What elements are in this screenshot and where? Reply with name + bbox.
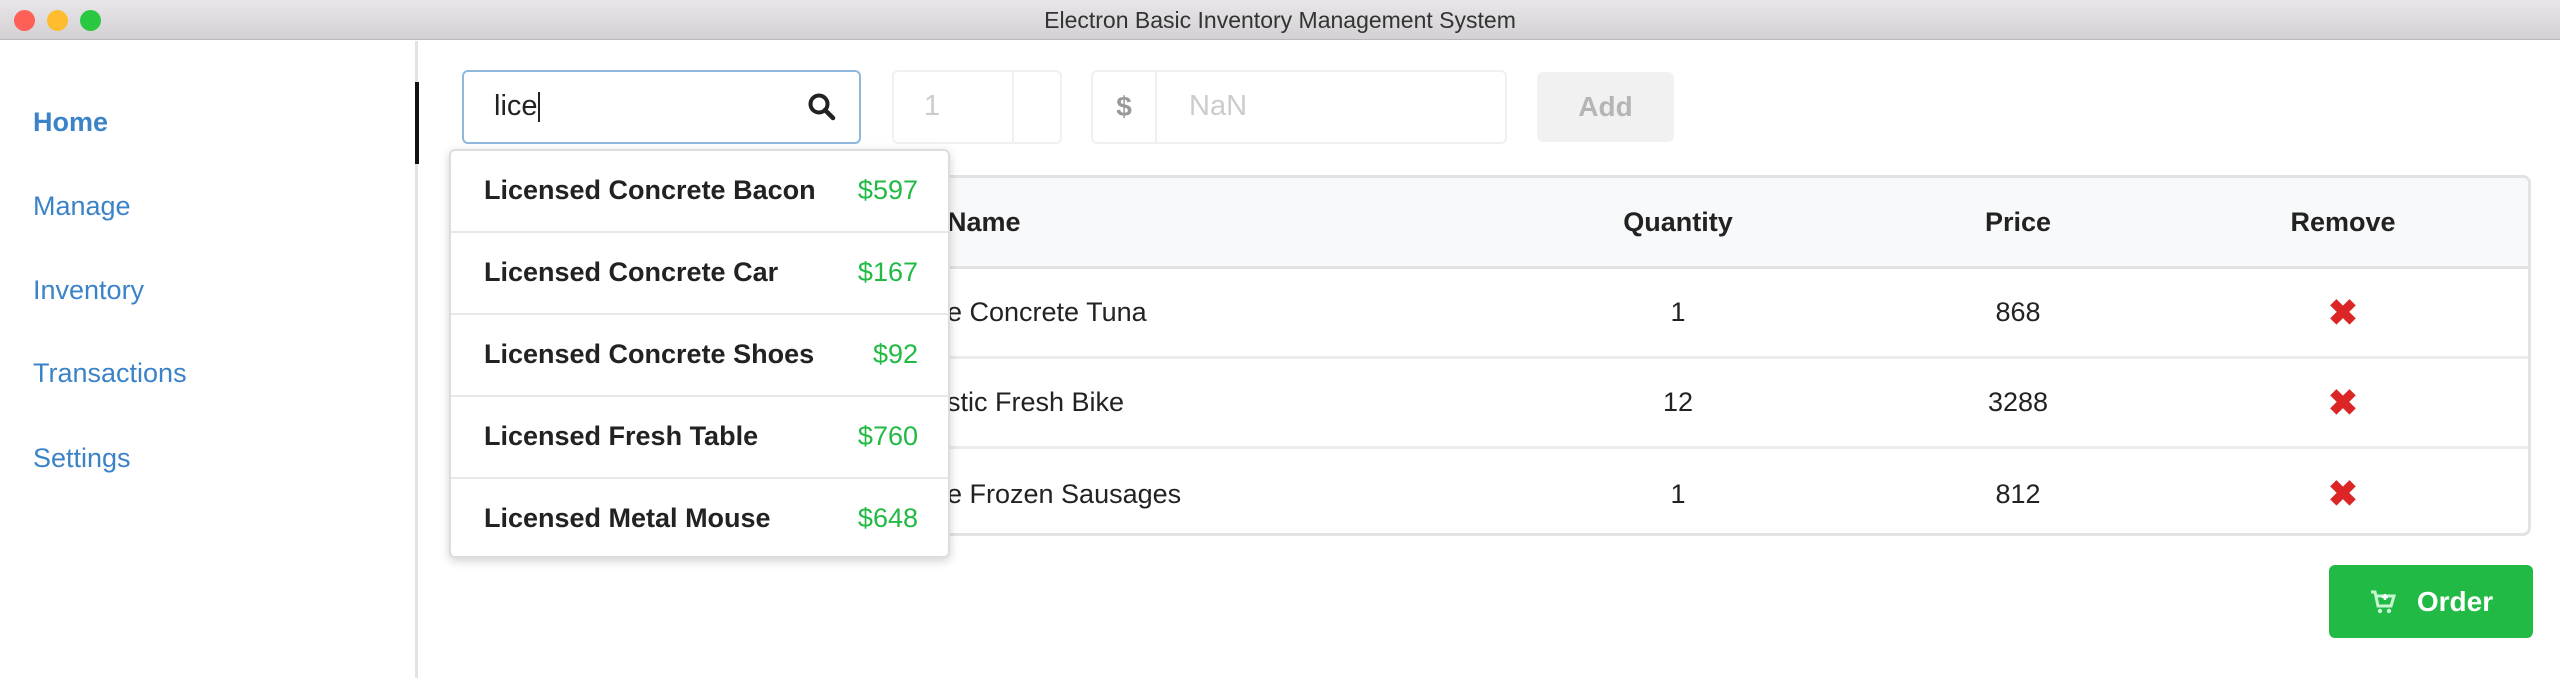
header-quantity: Quantity	[1623, 206, 1733, 237]
cell-quantity: 12	[1662, 387, 1694, 417]
minimize-window-button[interactable]	[47, 10, 68, 31]
order-label: Order	[2416, 585, 2494, 617]
window-titlebar: Electron Basic Inventory Management Syst…	[0, 0, 2560, 40]
header-remove: Remove	[2290, 206, 2396, 237]
remove-icon[interactable]: ✖	[2328, 292, 2358, 334]
suggestion-name: Licensed Fresh Table	[484, 421, 759, 451]
suggestion-item[interactable]: Licensed Concrete Car $167	[451, 233, 948, 315]
suggestion-name: Licensed Concrete Bacon	[484, 175, 816, 205]
sidebar-item-manage[interactable]: Manage	[33, 191, 131, 222]
cell-name: e Concrete Tuna	[947, 297, 1147, 327]
suggestion-item[interactable]: Licensed Fresh Table $760	[451, 397, 948, 479]
remove-icon[interactable]: ✖	[2328, 382, 2358, 424]
suggestion-name: Licensed Concrete Shoes	[484, 339, 815, 369]
maximize-window-button[interactable]	[80, 10, 101, 31]
order-button[interactable]: Order	[2329, 565, 2533, 638]
cell-name: stic Fresh Bike	[947, 387, 1125, 417]
cell-name: e Frozen Sausages	[947, 478, 1182, 509]
suggestion-price: $597	[857, 175, 918, 205]
search-input[interactable]: lice	[462, 70, 861, 144]
suggestion-price: $167	[857, 257, 918, 287]
price-placeholder: NaN	[1189, 90, 1248, 122]
cell-quantity: 1	[1670, 297, 1686, 327]
quantity-stepper[interactable]	[1012, 72, 1014, 142]
price-input[interactable]: $ NaN	[1091, 70, 1507, 144]
header-price: Price	[1984, 206, 2052, 237]
sidebar-item-settings[interactable]: Settings	[33, 443, 131, 474]
cell-price: 868	[1995, 297, 2041, 327]
suggestion-name: Licensed Metal Mouse	[484, 503, 771, 533]
close-window-button[interactable]	[14, 10, 35, 31]
sidebar-item-inventory[interactable]: Inventory	[33, 275, 144, 306]
search-suggestions-dropdown: Licensed Concrete Bacon $597 Licensed Con…	[449, 149, 950, 558]
sidebar: Home Manage Inventory Transactions Setti…	[0, 41, 418, 678]
suggestion-item[interactable]: Licensed Concrete Shoes $92	[451, 315, 948, 397]
cart-plus-icon	[2370, 590, 2396, 613]
suggestion-price: $648	[857, 503, 918, 533]
currency-addon: $	[1093, 72, 1157, 142]
sidebar-item-transactions[interactable]: Transactions	[33, 358, 187, 389]
sidebar-item-home[interactable]: Home	[33, 107, 108, 138]
search-value: lice	[494, 90, 538, 122]
quantity-input[interactable]: 1	[892, 70, 1062, 144]
quantity-placeholder: 1	[924, 90, 941, 122]
text-caret	[537, 92, 540, 123]
cell-quantity: 1	[1670, 478, 1686, 509]
add-button[interactable]: Add	[1537, 72, 1674, 142]
suggestion-item[interactable]: Licensed Concrete Bacon $597	[451, 151, 948, 233]
cell-price: 812	[1995, 478, 2041, 509]
header-name: Name	[947, 206, 1021, 237]
cell-price: 3288	[1987, 387, 2049, 417]
suggestion-name: Licensed Concrete Car	[484, 257, 779, 287]
suggestion-price: $92	[872, 339, 918, 369]
suggestion-price: $760	[857, 421, 918, 451]
remove-icon[interactable]: ✖	[2328, 473, 2358, 515]
window-title: Electron Basic Inventory Management Syst…	[1044, 7, 1516, 33]
suggestion-item[interactable]: Licensed Metal Mouse $648	[451, 479, 948, 556]
search-icon[interactable]	[807, 92, 837, 122]
active-indicator	[415, 82, 419, 164]
